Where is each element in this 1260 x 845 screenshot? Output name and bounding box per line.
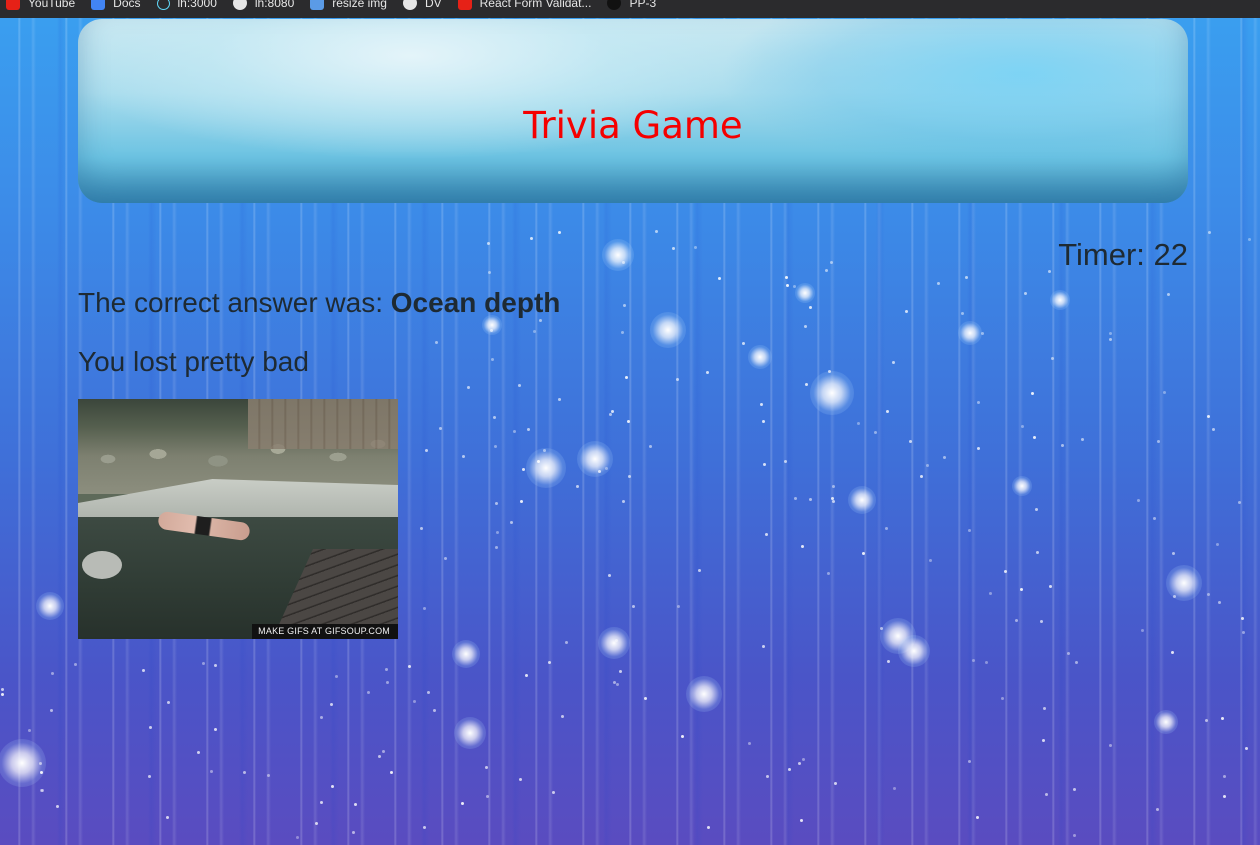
- react-icon: [156, 0, 170, 10]
- page-title: Trivia Game: [523, 104, 743, 147]
- resize-icon: [310, 0, 325, 10]
- bookmarks-bar: YouTube Docs lh:3000 lh:8080 resize img …: [0, 0, 1260, 18]
- timer: Timer: 22: [1058, 235, 1188, 275]
- timer-value: 22: [1153, 237, 1188, 272]
- bookmark-react-form[interactable]: React Form Validat...: [457, 0, 592, 12]
- header-banner: Trivia Game: [78, 19, 1188, 203]
- bookmark-label: React Form Validat...: [479, 0, 592, 10]
- correct-answer-text: The correct answer was: Ocean depth: [78, 284, 560, 322]
- youtube-icon: [457, 0, 472, 10]
- timer-label: Timer:: [1058, 237, 1145, 272]
- bookmark-lh8080[interactable]: lh:8080: [232, 0, 295, 12]
- bookmark-resize-img[interactable]: resize img: [310, 0, 387, 12]
- bookmark-label: lh:8080: [254, 0, 295, 10]
- globe-icon: [232, 0, 247, 10]
- bookmark-docs[interactable]: Docs: [91, 0, 141, 12]
- bookmark-label: PP-3: [629, 0, 657, 10]
- bookmark-label: YouTube: [28, 0, 76, 10]
- result-gif: MAKE GIFS AT GIFSOUP.COM: [78, 399, 398, 639]
- bookmark-label: Docs: [113, 0, 141, 10]
- bookmark-dv[interactable]: DV: [402, 0, 442, 12]
- bookmark-label: lh:3000: [177, 0, 217, 10]
- bookmark-label: DV: [424, 0, 442, 10]
- bookmark-youtube[interactable]: YouTube: [6, 0, 75, 12]
- youtube-icon: [6, 0, 20, 10]
- gif-caption: MAKE GIFS AT GIFSOUP.COM: [252, 624, 398, 639]
- bookmark-label: resize img: [332, 0, 387, 10]
- docs-icon: [91, 0, 106, 10]
- result-message: You lost pretty bad: [78, 346, 309, 377]
- answer-prefix: The correct answer was:: [78, 287, 383, 318]
- globe-icon: [402, 0, 417, 10]
- bookmark-pp3[interactable]: PP-3: [607, 0, 656, 12]
- github-icon: [607, 0, 622, 10]
- bookmark-lh3000[interactable]: lh:3000: [156, 0, 217, 12]
- answer-value: Ocean depth: [390, 287, 561, 318]
